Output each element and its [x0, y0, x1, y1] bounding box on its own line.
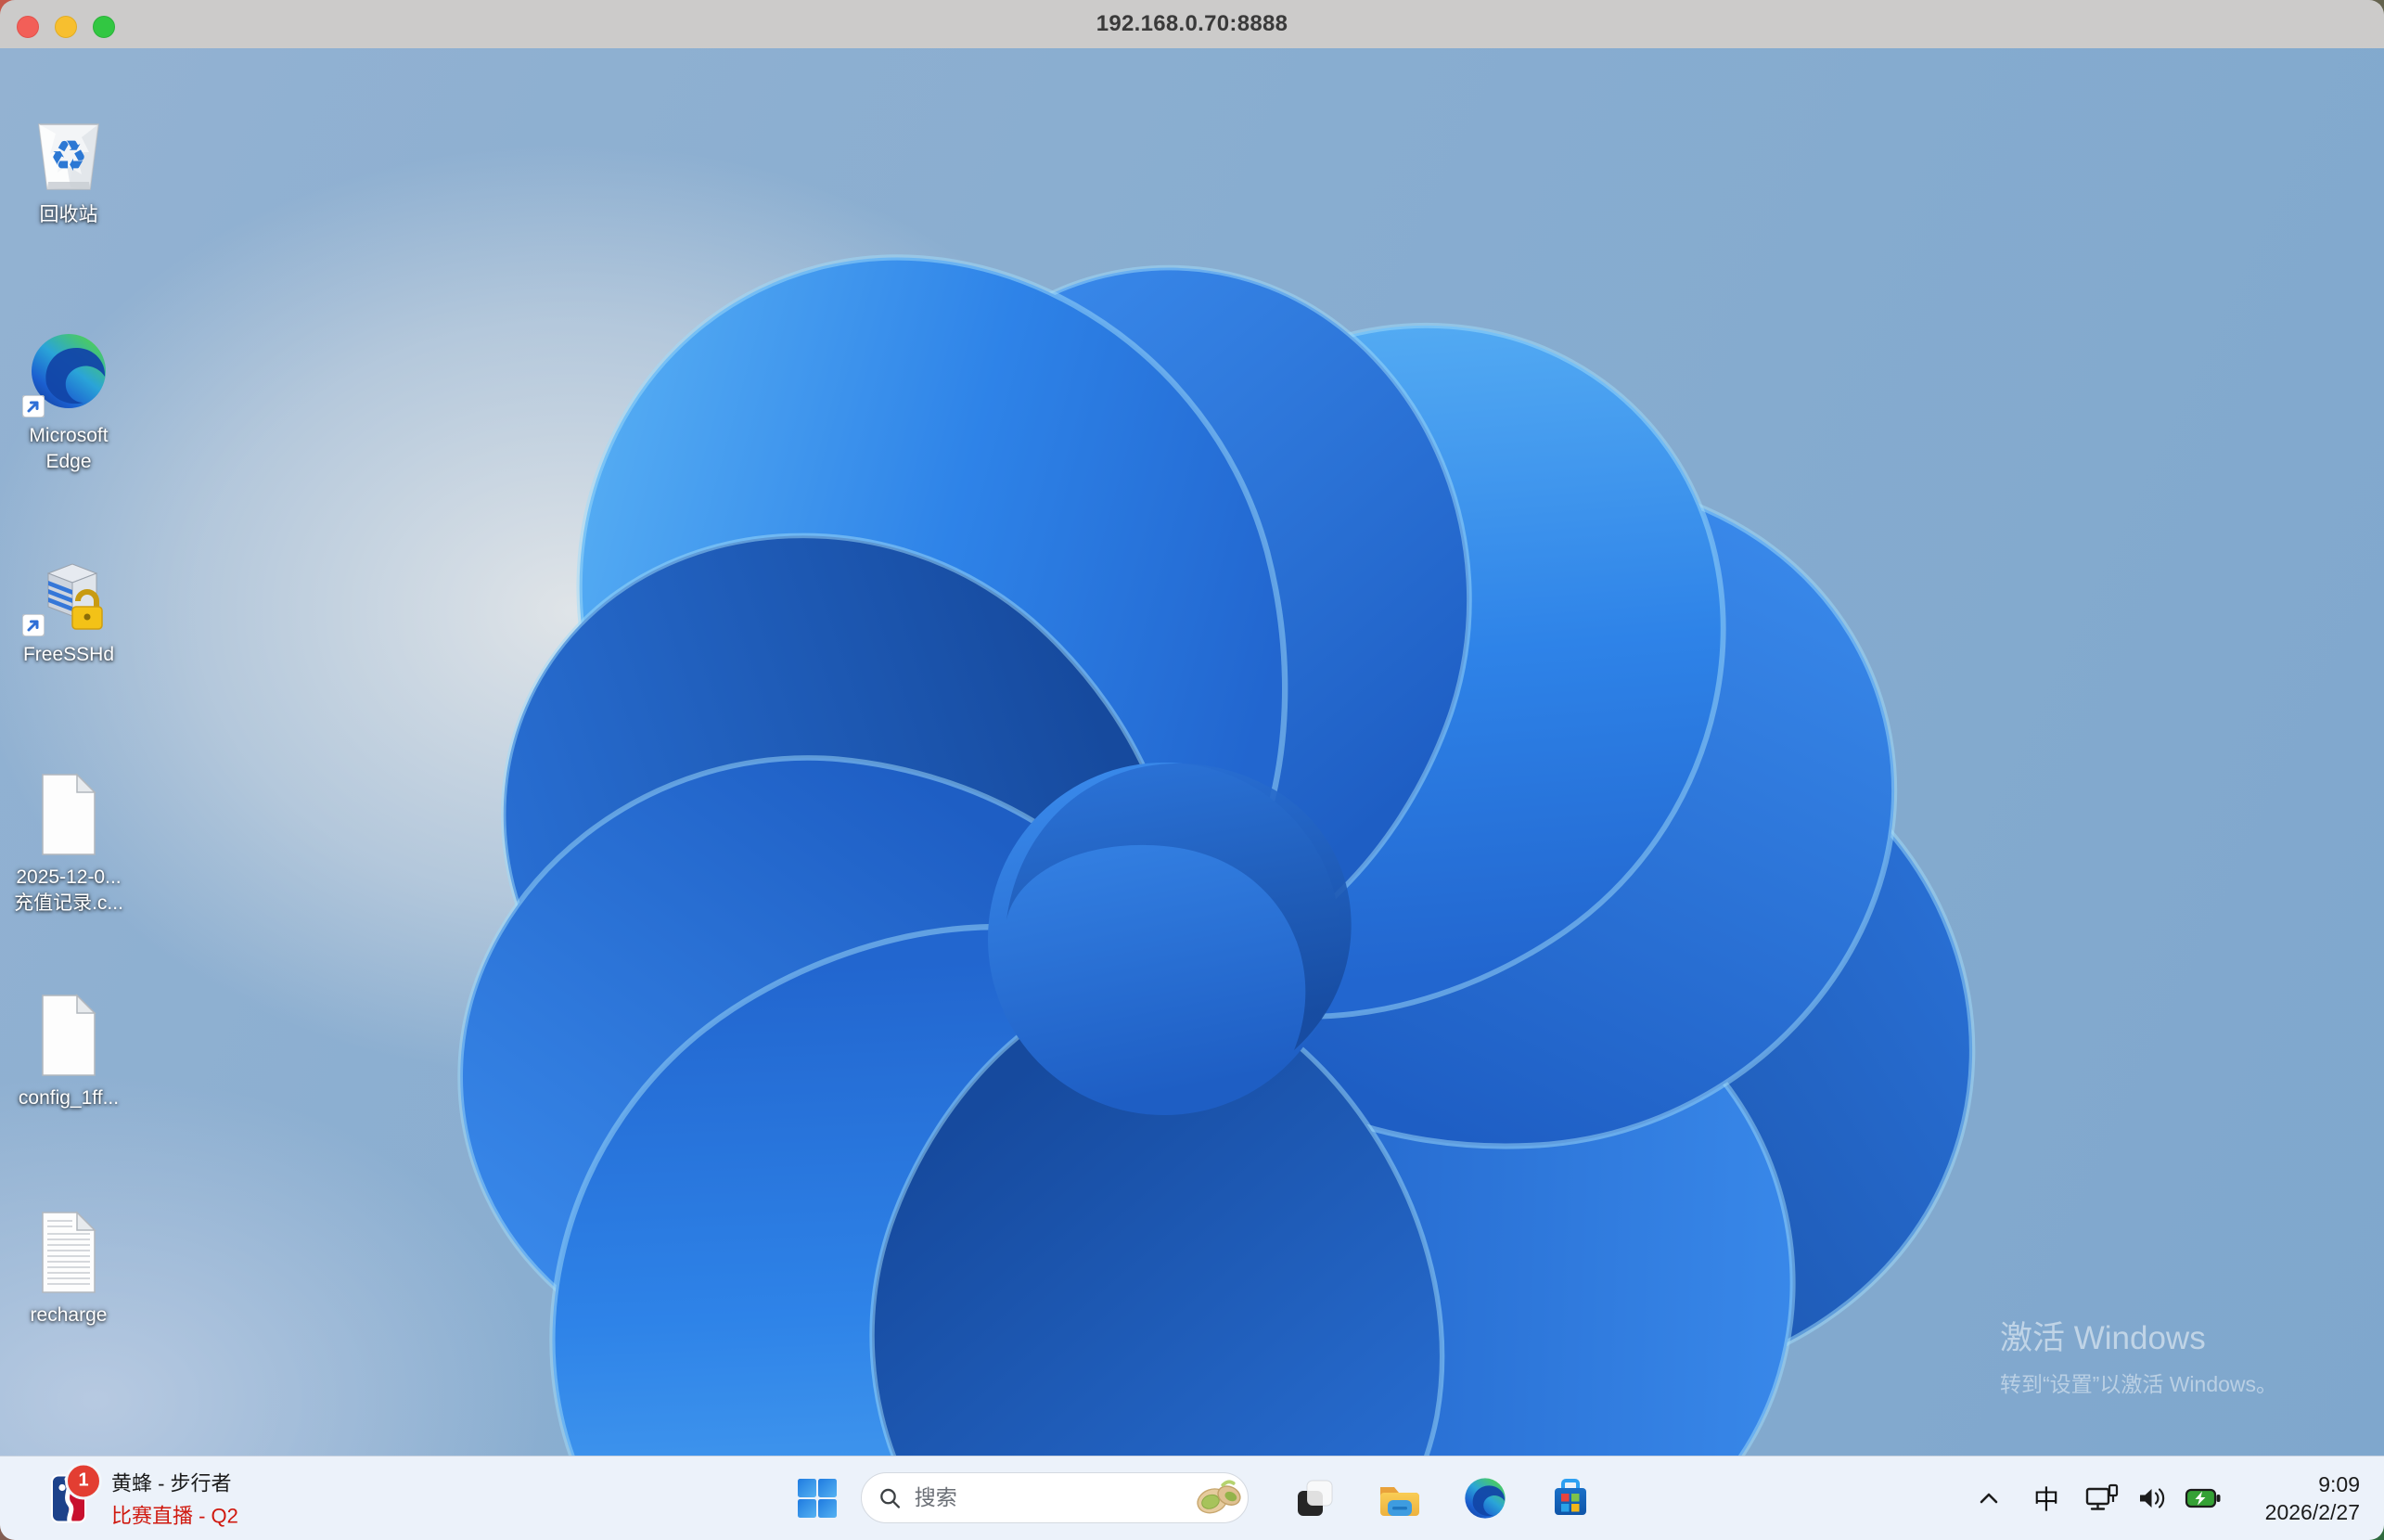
- recycle-bin-icon: ♻: [38, 123, 99, 190]
- desktop[interactable]: ♻ 回收站 Microsoft Edge FreeSSHd 2025-12-0.…: [0, 48, 2384, 1457]
- chevron-up-icon: [1980, 1493, 1998, 1504]
- microsoft-store-button[interactable]: [1544, 1470, 1597, 1526]
- tray-time: 9:09: [2318, 1472, 2360, 1496]
- desktop-icon-config-file[interactable]: config_1ff...: [9, 993, 128, 1111]
- search-input[interactable]: [912, 1484, 1191, 1511]
- task-view-button[interactable]: [1288, 1470, 1341, 1526]
- network-button[interactable]: [2078, 1457, 2126, 1540]
- titlebar[interactable]: 192.168.0.70:8888: [0, 0, 2384, 49]
- windows-bloom-wallpaper: [0, 48, 2384, 1457]
- notification-badge: 1: [65, 1462, 102, 1499]
- edge-icon: [1465, 1478, 1506, 1519]
- file-explorer-button[interactable]: [1373, 1470, 1427, 1526]
- ethernet-network-icon: [2085, 1483, 2119, 1510]
- desktop-icon-label: recharge: [30, 1304, 108, 1326]
- watermark-subtitle: 转到“设置”以激活 Windows。: [2000, 1372, 2278, 1396]
- nba-logo-icon: 1: [50, 1462, 102, 1523]
- text-document-icon: [42, 1211, 96, 1293]
- taskbar-apps: [1288, 1470, 1597, 1526]
- edge-button[interactable]: [1458, 1470, 1512, 1526]
- desktop-icon-label: 回收站: [39, 204, 98, 225]
- widget-title: 黄蜂 - 步行者: [111, 1471, 232, 1495]
- desktop-icon-freesshd[interactable]: FreeSSHd: [9, 557, 128, 668]
- tray-overflow-button[interactable]: [1970, 1457, 2007, 1540]
- desktop-icon-label: config_1ff...: [18, 1087, 120, 1109]
- widgets-button[interactable]: 1 黄蜂 - 步行者 比赛直播 - Q2: [41, 1462, 248, 1534]
- label-line-1: 2025-12-0...: [16, 866, 122, 888]
- search-daily-image-pistachios: [1197, 1479, 1241, 1513]
- speaker-icon: [2140, 1488, 2165, 1508]
- windows-logo-icon: [798, 1479, 837, 1518]
- desktop-icon-csv-file[interactable]: 2025-12-0... 充值记录.c...: [9, 772, 128, 916]
- close-button[interactable]: [17, 16, 39, 38]
- start-button[interactable]: [796, 1477, 839, 1520]
- clock[interactable]: 9:09 2026/2/27: [2265, 1470, 2360, 1526]
- tray-date: 2026/2/27: [2264, 1500, 2360, 1524]
- taskbar: 1 黄蜂 - 步行者 比赛直播 - Q2 搜索 中 9:09 2026/2/27: [0, 1456, 2384, 1540]
- document-icon: [42, 773, 96, 855]
- search-icon: [880, 1488, 901, 1508]
- zoom-button[interactable]: [93, 16, 115, 38]
- search-box[interactable]: [861, 1472, 1249, 1523]
- task-view-icon: [1298, 1480, 1333, 1516]
- microsoft-store-icon: [1555, 1479, 1586, 1515]
- svg-text:♻: ♻: [49, 132, 87, 180]
- traffic-lights: [17, 16, 115, 38]
- volume-button[interactable]: [2130, 1457, 2174, 1540]
- window-title: 192.168.0.70:8888: [1096, 11, 1288, 36]
- ime-indicator[interactable]: 中: [2026, 1457, 2067, 1540]
- desktop-icon-recharge-file[interactable]: recharge: [9, 1210, 128, 1328]
- label-line-2: 充值记录.c...: [14, 892, 123, 914]
- battery-charging-icon: [2185, 1488, 2221, 1508]
- shortcut-arrow-icon: [22, 395, 45, 417]
- watermark-title: 激活 Windows: [2000, 1320, 2206, 1356]
- desktop-icon-microsoft-edge[interactable]: Microsoft Edge: [9, 327, 128, 474]
- minimize-button[interactable]: [55, 16, 77, 38]
- desktop-icon-label: 2025-12-0... 充值记录.c...: [9, 865, 128, 916]
- widget-live-status: 比赛直播 - Q2: [111, 1504, 238, 1528]
- battery-button[interactable]: [2178, 1457, 2228, 1540]
- ime-label: 中: [2032, 1485, 2059, 1514]
- remote-desktop-window: 192.168.0.70:8888 ♻ 回收站 Microsoft Edge F…: [0, 0, 2384, 1540]
- desktop-icon-label: FreeSSHd: [22, 644, 115, 665]
- desktop-icon-recycle-bin[interactable]: ♻ 回收站: [9, 106, 128, 228]
- shortcut-arrow-icon: [22, 614, 45, 636]
- file-explorer-icon: [1380, 1487, 1419, 1516]
- desktop-icon-label: Microsoft Edge: [29, 425, 109, 472]
- activate-windows-watermark: 激活 Windows 转到“设置”以激活 Windows。: [2000, 1312, 2277, 1398]
- document-icon: [42, 994, 96, 1076]
